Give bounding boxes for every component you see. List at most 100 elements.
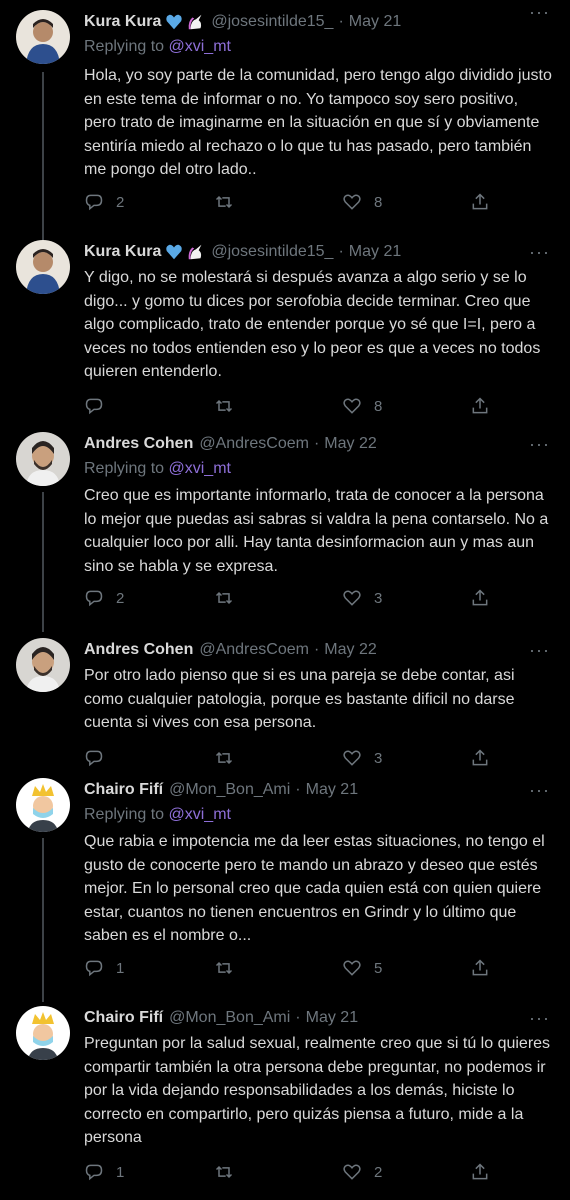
tweet-actions: 1 5 (84, 958, 504, 982)
user-handle[interactable]: @Mon_Bon_Ami (169, 1009, 290, 1027)
more-options-icon[interactable]: ··· (529, 242, 550, 263)
tweet-date[interactable]: May 21 (349, 243, 401, 261)
tweet-text: Que rabia e impotencia me da leer estas … (84, 833, 545, 945)
retweet-button[interactable] (214, 1162, 246, 1182)
mention-link[interactable]: @xvi_mt (169, 460, 231, 477)
more-options-icon[interactable]: ··· (529, 2, 550, 23)
share-button[interactable] (470, 396, 490, 416)
like-count: 3 (374, 589, 383, 607)
more-options-icon[interactable]: ··· (529, 640, 550, 661)
mention-link[interactable]: @xvi_mt (169, 806, 231, 823)
display-name[interactable]: Andres Cohen (84, 435, 193, 453)
separator: · (338, 243, 344, 260)
display-name[interactable]: Andres Cohen (84, 641, 193, 659)
share-icon (472, 397, 488, 414)
replying-to: Replying to @xvi_mt (84, 806, 231, 824)
more-options-icon[interactable]: ··· (529, 434, 550, 455)
display-name[interactable]: Chairo Fifí (84, 781, 163, 799)
tweet-text: Hola, yo soy parte de la comunidad, pero… (84, 67, 552, 179)
user-handle[interactable]: @AndresCoem (199, 435, 309, 453)
like-button[interactable]: 2 (342, 1162, 382, 1182)
display-name[interactable]: Kura Kura (84, 243, 161, 261)
tweet-date[interactable]: May 22 (324, 435, 376, 453)
user-handle[interactable]: @josesintilde15_ (211, 13, 333, 31)
avatar[interactable] (16, 638, 70, 692)
share-icon (472, 749, 488, 766)
tweet-date[interactable]: May 21 (306, 781, 358, 799)
share-button[interactable] (470, 588, 490, 608)
retweet-icon (215, 591, 233, 605)
tweet-date[interactable]: May 21 (306, 1009, 358, 1027)
reply-count: 1 (116, 1163, 125, 1181)
tweet-text: Creo que es importante informarlo, trata… (84, 487, 549, 575)
display-name[interactable]: Kura Kura (84, 13, 161, 31)
more-options-icon[interactable]: ··· (529, 780, 550, 801)
user-handle[interactable]: @josesintilde15_ (211, 243, 333, 261)
mention-link[interactable]: @xvi_mt (169, 38, 231, 55)
tweet-date[interactable]: May 21 (349, 13, 401, 31)
tweet-actions: 2 8 (84, 192, 504, 216)
heart-icon (343, 194, 361, 210)
tweet[interactable]: Kura Kura @josesintilde15_ · May 21 ··· … (0, 0, 570, 226)
share-icon (472, 589, 488, 606)
reply-icon (85, 194, 103, 211)
retweet-icon (215, 961, 233, 975)
tweet-header: Kura Kura @josesintilde15_ · May 21 (84, 10, 530, 34)
avatar[interactable] (16, 240, 70, 294)
replying-to: Replying to @xvi_mt (84, 460, 231, 478)
retweet-icon (215, 1165, 233, 1179)
user-handle[interactable]: @Mon_Bon_Ami (169, 781, 290, 799)
share-button[interactable] (470, 958, 490, 978)
retweet-button[interactable] (214, 958, 246, 978)
retweet-icon (215, 399, 233, 413)
reply-button[interactable]: 1 (84, 1162, 124, 1182)
separator: · (295, 781, 301, 798)
tweet[interactable]: Andres Cohen @AndresCoem · May 22 ··· Re… (0, 432, 570, 622)
retweet-button[interactable] (214, 748, 246, 768)
reply-icon (85, 590, 103, 607)
reply-icon (85, 398, 103, 415)
avatar[interactable] (16, 778, 70, 832)
share-button[interactable] (470, 748, 490, 768)
share-icon (472, 959, 488, 976)
like-button[interactable]: 5 (342, 958, 382, 978)
tweet-text: Preguntan por la salud sexual, realmente… (84, 1035, 551, 1147)
retweet-button[interactable] (214, 588, 246, 608)
retweet-button[interactable] (214, 396, 246, 416)
reply-button[interactable]: 2 (84, 192, 124, 212)
tweet-header: Andres Cohen @AndresCoem · May 22 (84, 638, 530, 662)
tweet-header: Andres Cohen @AndresCoem · May 22 (84, 432, 530, 456)
tweet-actions: 1 2 (84, 1162, 504, 1186)
share-icon (472, 1163, 488, 1180)
avatar[interactable] (16, 1006, 70, 1060)
like-button[interactable]: 8 (342, 396, 382, 416)
tweet-actions: 8 (84, 396, 504, 420)
user-handle[interactable]: @AndresCoem (199, 641, 309, 659)
separator: · (313, 641, 320, 658)
share-button[interactable] (470, 192, 490, 212)
tweet-date[interactable]: May 22 (324, 641, 376, 659)
reply-icon (85, 1164, 103, 1181)
like-button[interactable]: 3 (342, 588, 382, 608)
display-name[interactable]: Chairo Fifí (84, 1009, 163, 1027)
tweet[interactable]: Chairo Fifí @Mon_Bon_Ami · May 21 ··· Pr… (0, 1006, 570, 1200)
avatar[interactable] (16, 432, 70, 486)
like-count: 8 (374, 397, 383, 415)
share-icon (472, 193, 488, 210)
like-button[interactable]: 8 (342, 192, 382, 212)
tweet-text: Por otro lado pienso que si es una parej… (84, 667, 515, 732)
reply-button[interactable]: 2 (84, 588, 124, 608)
reply-button[interactable] (84, 748, 116, 768)
share-button[interactable] (470, 1162, 490, 1182)
retweet-icon (215, 195, 233, 209)
heart-icon (343, 960, 361, 976)
tweet[interactable]: Andres Cohen @AndresCoem · May 22 ··· Po… (0, 638, 570, 768)
retweet-button[interactable] (214, 192, 246, 212)
tweet[interactable]: Kura Kura @josesintilde15_ · May 21 ··· … (0, 240, 570, 430)
like-button[interactable]: 3 (342, 748, 382, 768)
more-options-icon[interactable]: ··· (529, 1008, 550, 1029)
reply-button[interactable]: 1 (84, 958, 124, 978)
tweet[interactable]: Chairo Fifí @Mon_Bon_Ami · May 21 ··· Re… (0, 778, 570, 988)
avatar[interactable] (16, 10, 70, 64)
reply-button[interactable] (84, 396, 116, 416)
